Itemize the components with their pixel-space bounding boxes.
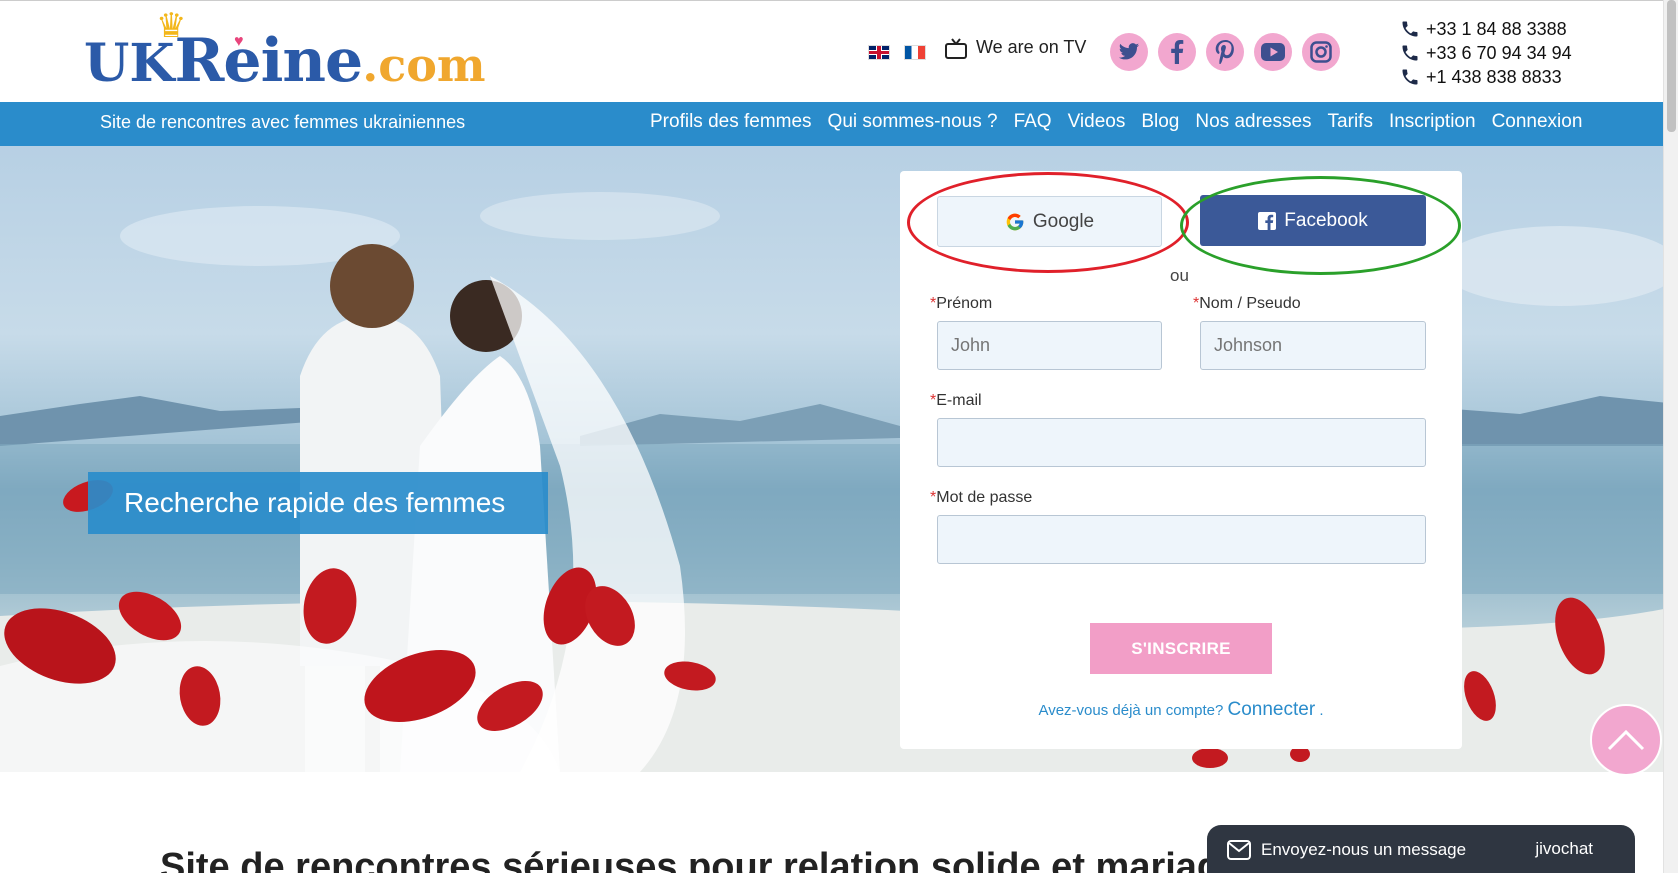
phone-row[interactable]: +1 438 838 8833 <box>1400 65 1572 89</box>
or-separator: ou <box>1170 266 1189 285</box>
nav-item-tarifs[interactable]: Tarifs <box>1328 111 1373 133</box>
pinterest-icon[interactable] <box>1206 33 1244 71</box>
signup-form: Google Facebook ou *Prénom *Nom / Pseudo… <box>900 171 1462 749</box>
logo-uk: UK <box>84 33 175 94</box>
phone-number: +1 438 838 8833 <box>1426 67 1562 87</box>
google-signin-button[interactable]: Google <box>937 196 1162 247</box>
facebook-signin-button[interactable]: Facebook <box>1200 195 1426 246</box>
phone-row[interactable]: +33 6 70 94 34 94 <box>1400 41 1572 65</box>
connect-suffix: . <box>1315 702 1324 719</box>
signup-submit-button[interactable]: S'INSCRIRE <box>1090 623 1272 674</box>
nav-item-qui-sommes-nous[interactable]: Qui sommes-nous ? <box>828 111 998 133</box>
google-icon <box>1006 213 1024 230</box>
site-header: ♛ ♥ UKReine.com We are on TV +33 1 84 88… <box>0 0 1678 102</box>
phone-icon <box>1402 21 1418 37</box>
login-prompt: Avez-vous déjà un compte? Connecter . <box>900 699 1462 721</box>
chat-widget[interactable]: Envoyez-nous un message jivochat <box>1207 825 1635 873</box>
phone-list: +33 1 84 88 3388 +33 6 70 94 34 94 +1 43… <box>1400 17 1572 89</box>
tv-icon <box>944 37 968 59</box>
youtube-icon[interactable] <box>1254 33 1292 71</box>
envelope-icon <box>1227 840 1251 860</box>
password-label-text: Mot de passe <box>936 489 1033 506</box>
main-navbar: Site de rencontres avec femmes ukrainien… <box>0 102 1678 146</box>
nav-item-adresses[interactable]: Nos adresses <box>1195 111 1311 133</box>
nav-item-faq[interactable]: FAQ <box>1014 111 1052 133</box>
instagram-icon[interactable] <box>1302 33 1340 71</box>
facebook-square-icon <box>1258 211 1277 230</box>
quick-search-button[interactable]: Recherche rapide des femmes <box>88 472 548 534</box>
password-label: *Mot de passe <box>930 489 1032 507</box>
nav-item-connexion[interactable]: Connexion <box>1492 111 1583 133</box>
flag-uk-icon[interactable] <box>868 45 890 60</box>
email-label-text: E-mail <box>936 392 982 409</box>
social-links <box>1110 33 1340 71</box>
flag-fr-icon[interactable] <box>904 45 926 60</box>
first-name-label-text: Prénom <box>936 295 993 312</box>
signup-submit-label: S'INSCRIRE <box>1131 638 1231 658</box>
phone-row[interactable]: +33 1 84 88 3388 <box>1400 17 1572 41</box>
nav-item-videos[interactable]: Videos <box>1068 111 1126 133</box>
email-label: *E-mail <box>930 392 982 410</box>
facebook-icon[interactable] <box>1158 33 1196 71</box>
page-scrollbar[interactable] <box>1663 0 1678 873</box>
google-label: Google <box>1032 210 1095 232</box>
password-field[interactable] <box>937 515 1426 564</box>
phone-icon <box>1402 69 1418 85</box>
email-field[interactable] <box>937 418 1426 467</box>
twitter-icon[interactable] <box>1110 33 1148 71</box>
site-logo[interactable]: ♛ ♥ UKReine.com <box>84 9 494 99</box>
facebook-label: Facebook <box>1284 209 1368 231</box>
tv-label: We are on TV <box>976 37 1087 57</box>
nav-item-blog[interactable]: Blog <box>1141 111 1179 133</box>
nav-item-profils[interactable]: Profils des femmes <box>650 111 812 133</box>
section-heading: Site de rencontres sérieuses pour relati… <box>160 846 1242 873</box>
login-prompt-text: Avez-vous déjà un compte? <box>1038 702 1224 719</box>
nav-links: Profils des femmes Qui sommes-nous ? FAQ… <box>650 111 1582 133</box>
last-name-label: *Nom / Pseudo <box>1193 295 1301 313</box>
quick-search-label: Recherche rapide des femmes <box>124 487 506 518</box>
first-name-field[interactable] <box>937 321 1162 370</box>
logo-dotcom: .com <box>362 38 486 92</box>
phone-number: +33 6 70 94 34 94 <box>1426 43 1572 63</box>
phone-number: +33 1 84 88 3388 <box>1426 19 1567 39</box>
language-switcher <box>868 45 926 60</box>
chat-label: Envoyez-nous un message <box>1261 840 1467 859</box>
site-tagline: Site de rencontres avec femmes ukrainien… <box>100 112 466 132</box>
scrollbar-thumb[interactable] <box>1667 0 1676 132</box>
tv-link[interactable]: We are on TV <box>944 37 1087 59</box>
nav-item-inscription[interactable]: Inscription <box>1389 111 1476 133</box>
connect-link[interactable]: Connecter <box>1228 699 1316 720</box>
last-name-label-text: Nom / Pseudo <box>1199 295 1301 312</box>
last-name-field[interactable] <box>1200 321 1426 370</box>
logo-reine: Reine <box>174 26 364 96</box>
chat-brand: jivochat <box>1535 839 1593 858</box>
scroll-top-button[interactable] <box>1590 704 1662 776</box>
logo-wordmark: UKReine.com <box>84 31 486 91</box>
first-name-label: *Prénom <box>930 295 992 313</box>
phone-icon <box>1402 45 1418 61</box>
chevron-up-icon <box>1607 729 1645 751</box>
